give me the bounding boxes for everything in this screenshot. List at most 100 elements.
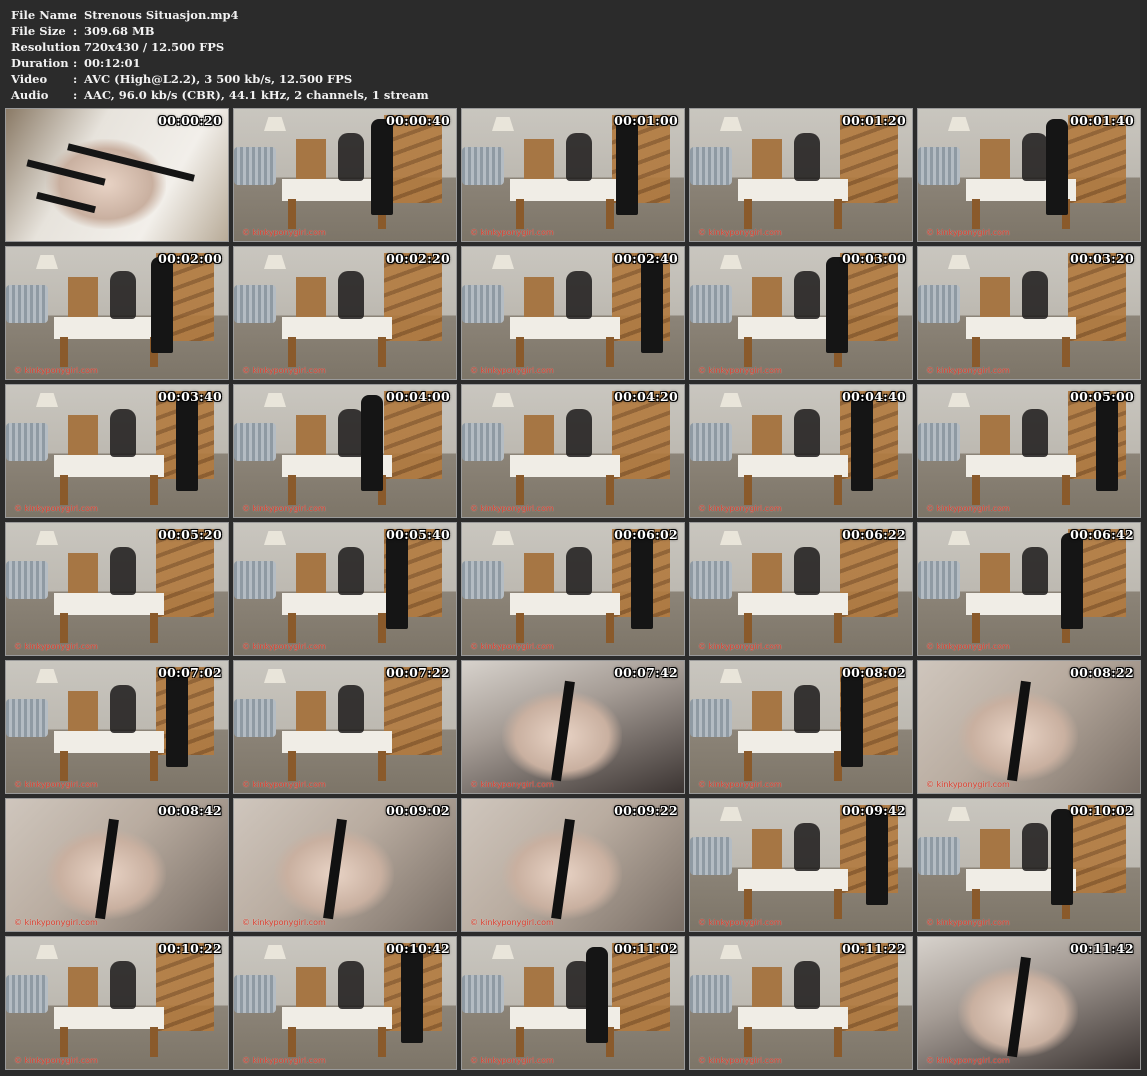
scene-cabinet xyxy=(752,277,782,317)
video-thumbnail[interactable]: 00:02:20 © kinkyponygirl.com xyxy=(233,246,457,380)
thumbnail-image xyxy=(234,799,456,931)
scene-person xyxy=(1046,119,1068,215)
thumbnail-image xyxy=(690,109,912,241)
video-thumbnail[interactable]: 00:01:40 © kinkyponygirl.com xyxy=(917,108,1141,242)
watermark-text: © kinkyponygirl.com xyxy=(242,366,326,375)
video-thumbnail[interactable]: 00:11:42 © kinkyponygirl.com xyxy=(917,936,1141,1070)
scene-couch xyxy=(690,561,732,599)
scene-cabinet xyxy=(524,415,554,455)
thumbnail-image xyxy=(690,937,912,1069)
video-thumbnail[interactable]: 00:06:22 © kinkyponygirl.com xyxy=(689,522,913,656)
video-thumbnail[interactable]: 00:03:40 © kinkyponygirl.com xyxy=(5,384,229,518)
info-row: Duration:00:12:01 xyxy=(11,55,429,71)
video-thumbnail[interactable]: 00:11:22 © kinkyponygirl.com xyxy=(689,936,913,1070)
thumbnail-timestamp: 00:05:00 xyxy=(1070,389,1134,404)
thumbnail-timestamp: 00:06:22 xyxy=(842,527,906,542)
thumbnail-image xyxy=(462,109,684,241)
video-thumbnail[interactable]: 00:02:40 © kinkyponygirl.com xyxy=(461,246,685,380)
info-value: AVC (High@L2.2), 3 500 kb/s, 12.500 FPS xyxy=(84,72,353,86)
scene-cabinet xyxy=(296,415,326,455)
scene-stairs xyxy=(1068,115,1126,203)
video-thumbnail[interactable]: 00:07:22 © kinkyponygirl.com xyxy=(233,660,457,794)
video-thumbnail[interactable]: 00:11:02 © kinkyponygirl.com xyxy=(461,936,685,1070)
scene-cabinet xyxy=(68,967,98,1007)
thumbnail-timestamp: 00:04:20 xyxy=(614,389,678,404)
scene-person xyxy=(1061,533,1083,629)
info-label: File Size xyxy=(11,24,66,38)
video-thumbnail[interactable]: 00:04:40 © kinkyponygirl.com xyxy=(689,384,913,518)
thumbnail-timestamp: 00:03:40 xyxy=(158,389,222,404)
video-thumbnail[interactable]: 00:08:42 © kinkyponygirl.com xyxy=(5,798,229,932)
scene-lamp xyxy=(492,945,514,959)
video-thumbnail[interactable]: 00:02:00 © kinkyponygirl.com xyxy=(5,246,229,380)
video-thumbnail[interactable]: 00:05:00 © kinkyponygirl.com xyxy=(917,384,1141,518)
scene-table-legs xyxy=(744,613,842,643)
video-thumbnail[interactable]: 00:00:40 © kinkyponygirl.com xyxy=(233,108,457,242)
video-thumbnail[interactable]: 00:07:42 © kinkyponygirl.com xyxy=(461,660,685,794)
scene-table-legs xyxy=(516,613,614,643)
thumbnail-timestamp: 00:11:02 xyxy=(614,941,678,956)
video-thumbnail[interactable]: 00:10:02 © kinkyponygirl.com xyxy=(917,798,1141,932)
video-thumbnail[interactable]: 00:10:42 © kinkyponygirl.com xyxy=(233,936,457,1070)
scene-figure xyxy=(338,961,364,1009)
scene-stairs xyxy=(384,391,442,479)
scene-lamp xyxy=(948,255,970,269)
watermark-text: © kinkyponygirl.com xyxy=(470,366,554,375)
video-thumbnail[interactable]: 00:08:02 © kinkyponygirl.com xyxy=(689,660,913,794)
video-thumbnail[interactable]: 00:01:00 © kinkyponygirl.com xyxy=(461,108,685,242)
video-thumbnail[interactable]: 00:05:40 © kinkyponygirl.com xyxy=(233,522,457,656)
video-thumbnail[interactable]: 00:06:02 © kinkyponygirl.com xyxy=(461,522,685,656)
video-thumbnail[interactable]: 00:09:02 © kinkyponygirl.com xyxy=(233,798,457,932)
scene-table xyxy=(510,179,620,201)
scene-figure xyxy=(794,823,820,871)
info-row: Video: AVC (High@L2.2), 3 500 kb/s, 12.50… xyxy=(11,71,429,87)
scene-lamp xyxy=(492,393,514,407)
scene-couch xyxy=(918,561,960,599)
video-thumbnail[interactable]: 00:01:20 © kinkyponygirl.com xyxy=(689,108,913,242)
video-thumbnail[interactable]: 00:04:20 © kinkyponygirl.com xyxy=(461,384,685,518)
file-info-panel: File Name: Strenous Situasjon.mp4 File Siz… xyxy=(11,7,429,103)
info-value: Strenous Situasjon.mp4 xyxy=(84,8,239,22)
scene-person xyxy=(1096,395,1118,491)
video-thumbnail[interactable]: 00:04:00 © kinkyponygirl.com xyxy=(233,384,457,518)
scene-lamp xyxy=(948,531,970,545)
scene-figure xyxy=(566,409,592,457)
scene-stairs xyxy=(612,943,670,1031)
video-thumbnail[interactable]: 00:05:20 © kinkyponygirl.com xyxy=(5,522,229,656)
thumbnail-timestamp: 00:08:42 xyxy=(158,803,222,818)
watermark-text: © kinkyponygirl.com xyxy=(926,918,1010,927)
scene-figure xyxy=(110,961,136,1009)
scene-couch xyxy=(6,561,48,599)
video-thumbnail[interactable]: 00:08:22 © kinkyponygirl.com xyxy=(917,660,1141,794)
watermark-text: © kinkyponygirl.com xyxy=(242,228,326,237)
scene-couch xyxy=(918,147,960,185)
scene-figure xyxy=(1022,271,1048,319)
video-thumbnail[interactable]: 00:03:20 © kinkyponygirl.com xyxy=(917,246,1141,380)
scene-table-legs xyxy=(744,751,842,781)
thumbnail-image xyxy=(462,247,684,379)
watermark-text: © kinkyponygirl.com xyxy=(926,228,1010,237)
thumbnail-image xyxy=(234,937,456,1069)
video-thumbnail[interactable]: 00:07:02 © kinkyponygirl.com xyxy=(5,660,229,794)
thumbnail-grid: 00:00:20 00:00:40 © kinkyponygirl.com 00:01… xyxy=(5,108,1143,1070)
scene-couch xyxy=(918,423,960,461)
thumbnail-timestamp: 00:02:00 xyxy=(158,251,222,266)
scene-figure xyxy=(794,133,820,181)
video-thumbnail[interactable]: 00:03:00 © kinkyponygirl.com xyxy=(689,246,913,380)
scene-cabinet xyxy=(524,553,554,593)
watermark-text: © kinkyponygirl.com xyxy=(14,504,98,513)
video-thumbnail[interactable]: 00:00:20 xyxy=(5,108,229,242)
thumbnail-image xyxy=(918,109,1140,241)
video-thumbnail[interactable]: 00:10:22 © kinkyponygirl.com xyxy=(5,936,229,1070)
scene-stairs xyxy=(840,943,898,1031)
thumbnail-image xyxy=(6,109,228,241)
thumbnail-image xyxy=(6,799,228,931)
scene-figure xyxy=(110,685,136,733)
video-thumbnail[interactable]: 00:06:42 © kinkyponygirl.com xyxy=(917,522,1141,656)
scene-figure xyxy=(794,961,820,1009)
thumbnail-timestamp: 00:10:02 xyxy=(1070,803,1134,818)
scene-stairs xyxy=(840,115,898,203)
scene-table xyxy=(738,731,848,753)
video-thumbnail[interactable]: 00:09:42 © kinkyponygirl.com xyxy=(689,798,913,932)
video-thumbnail[interactable]: 00:09:22 © kinkyponygirl.com xyxy=(461,798,685,932)
